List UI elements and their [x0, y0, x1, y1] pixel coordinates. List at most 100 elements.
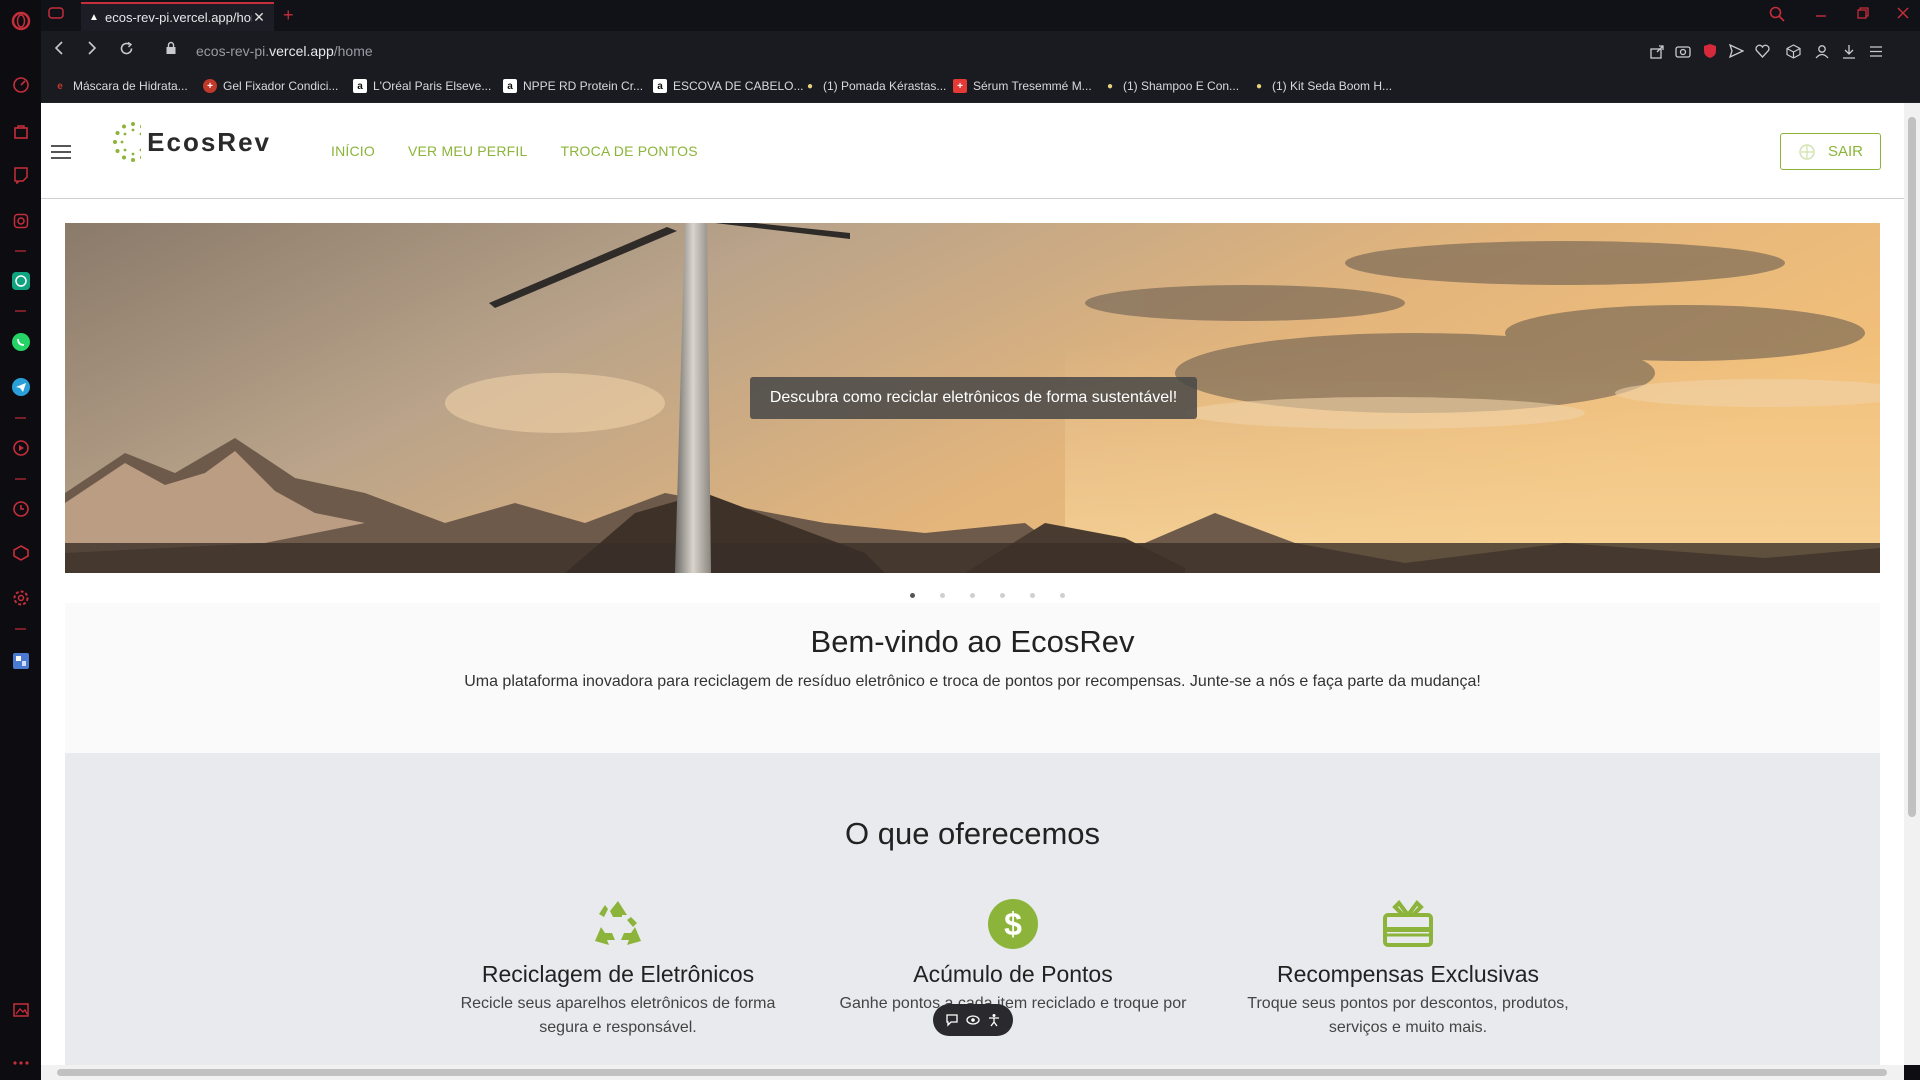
- reload-icon[interactable]: [116, 41, 136, 61]
- floating-toolbar: [933, 1004, 1013, 1036]
- download-icon[interactable]: [1840, 42, 1858, 60]
- bookmark-label: L'Oréal Paris Elseve...: [373, 79, 492, 93]
- scrollbar-thumb[interactable]: [1908, 117, 1916, 817]
- logout-label: SAIR: [1827, 143, 1863, 160]
- bookmark-icon: ●: [1255, 80, 1263, 92]
- speed-dial-icon[interactable]: [10, 74, 31, 95]
- more-icon[interactable]: [10, 1052, 31, 1073]
- offer-card-recycling: Reciclagem de Eletrônicos Recicle seus a…: [418, 895, 818, 1040]
- bookmark-item[interactable]: ● (1) Pomada Kérastas...: [803, 79, 946, 93]
- bookmark-item[interactable]: + Gel Fixador Condici...: [203, 79, 338, 93]
- bookmark-icon: ●: [806, 80, 814, 92]
- tab-menu-icon[interactable]: [48, 6, 64, 22]
- svg-text:$: $: [1004, 906, 1022, 942]
- offer-text: Troque seus pontos por descontos, produt…: [1247, 995, 1569, 1036]
- bookmark-icon: a: [503, 79, 517, 93]
- bookmark-label: Sérum Tresemmé M...: [973, 79, 1092, 93]
- share-icon[interactable]: [1647, 42, 1665, 60]
- nav-inicio[interactable]: INÍCIO: [331, 143, 375, 159]
- carousel-dot[interactable]: [999, 593, 1005, 598]
- easy-setup-icon[interactable]: [1867, 42, 1885, 60]
- bookmark-icon: a: [653, 79, 667, 93]
- url-prefix: ecos-rev-pi.: [196, 43, 270, 59]
- bookmark-item[interactable]: a ESCOVA DE CABELO...: [653, 79, 804, 93]
- nav-troca-de-pontos[interactable]: TROCA DE PONTOS: [560, 143, 697, 159]
- welcome-text: Uma plataforma inovadora para reciclagem…: [464, 673, 1481, 690]
- wallpaper-icon[interactable]: [10, 999, 31, 1020]
- close-window-icon[interactable]: [1896, 6, 1910, 23]
- history-icon[interactable]: [10, 498, 31, 519]
- profile-icon[interactable]: [1813, 42, 1831, 60]
- horizontal-scrollbar[interactable]: [41, 1065, 1904, 1080]
- url-field[interactable]: ecos-rev-pi.vercel.app/home: [196, 43, 373, 59]
- tab-active[interactable]: ▲ ecos-rev-pi.vercel.app/hom ✕: [81, 2, 274, 31]
- carousel-dot[interactable]: [939, 593, 945, 598]
- carousel-dot[interactable]: [969, 593, 975, 598]
- instagram-icon[interactable]: [10, 210, 31, 231]
- logout-icon: [1799, 143, 1815, 160]
- settings-icon[interactable]: [10, 587, 31, 608]
- snapshot-icon[interactable]: [1674, 42, 1692, 60]
- chatgpt-icon[interactable]: [10, 270, 31, 291]
- bookmark-label: (1) Pomada Kérastas...: [823, 79, 947, 93]
- bookmark-item[interactable]: + Sérum Tresemmé M...: [953, 79, 1092, 93]
- welcome-title: Bem-vindo ao EcosRev: [810, 624, 1135, 659]
- app-icon[interactable]: [10, 650, 31, 671]
- opera-logo-icon[interactable]: [10, 10, 31, 31]
- offer-card-rewards: Recompensas Exclusivas Troque seus ponto…: [1208, 895, 1608, 1040]
- site-logo[interactable]: EcosRev: [111, 117, 271, 167]
- site-header: EcosRev INÍCIO VER MEU PERFIL TROCA DE P…: [41, 103, 1904, 199]
- bookmark-label: NPPE RD Protein Cr...: [523, 79, 644, 93]
- bookmark-item[interactable]: e Máscara de Hidrata...: [53, 79, 188, 93]
- chat-icon[interactable]: [945, 1013, 959, 1027]
- whatsapp-icon[interactable]: [10, 331, 31, 352]
- close-tab-icon[interactable]: ✕: [252, 9, 266, 26]
- accessibility-icon[interactable]: [987, 1013, 1001, 1027]
- bookmarks-bar: e Máscara de Hidrata... + Gel Fixador Cond…: [41, 71, 1920, 103]
- bookmark-label: ESCOVA DE CABELO...: [673, 79, 804, 93]
- bookmark-item[interactable]: a L'Oréal Paris Elseve...: [353, 79, 491, 93]
- send-icon[interactable]: [1727, 42, 1745, 60]
- shopping-icon[interactable]: [10, 120, 31, 141]
- carousel-dot[interactable]: [1029, 593, 1035, 598]
- twitch-icon[interactable]: [10, 164, 31, 185]
- player-icon[interactable]: [10, 437, 31, 458]
- hero-carousel[interactable]: Descubra como reciclar eletrônicos de fo…: [65, 223, 1880, 573]
- vertical-scrollbar[interactable]: [1904, 103, 1920, 1065]
- bookmark-label: (1) Shampoo E Con...: [1123, 79, 1240, 93]
- new-tab-button[interactable]: +: [283, 5, 294, 26]
- lock-icon[interactable]: [161, 41, 181, 60]
- bookmark-item[interactable]: a NPPE RD Protein Cr...: [503, 79, 643, 93]
- adblock-shield-icon[interactable]: [1701, 42, 1719, 60]
- bookmark-label: (1) Kit Seda Boom H...: [1272, 79, 1393, 93]
- minimize-icon[interactable]: [1814, 6, 1828, 23]
- back-icon[interactable]: [49, 41, 69, 60]
- cube-icon[interactable]: [1784, 42, 1802, 60]
- scrollbar-thumb[interactable]: [57, 1069, 1887, 1076]
- carousel-dot[interactable]: [1059, 593, 1065, 598]
- logout-button[interactable]: SAIR: [1780, 133, 1881, 170]
- bookmark-item[interactable]: ● (1) Shampoo E Con...: [1103, 79, 1239, 93]
- dollar-icon: $: [813, 895, 1213, 953]
- eye-icon[interactable]: [966, 1013, 980, 1027]
- offer-card-points: $ Acúmulo de Pontos Ganhe pontos a cada …: [813, 895, 1213, 1016]
- nav-ver-meu-perfil[interactable]: VER MEU PERFIL: [408, 143, 528, 159]
- extensions-icon[interactable]: [10, 542, 31, 563]
- address-bar: ecos-rev-pi.vercel.app/home: [41, 31, 1920, 71]
- bookmark-icon: e: [57, 80, 63, 92]
- carousel-indicators: [41, 593, 1904, 598]
- sidebar-separator: [15, 310, 26, 312]
- bookmark-item[interactable]: ● (1) Kit Seda Boom H...: [1252, 79, 1392, 93]
- search-tabs-icon[interactable]: [1769, 6, 1785, 25]
- telegram-icon[interactable]: [10, 376, 31, 397]
- carousel-dot[interactable]: [909, 593, 915, 598]
- bookmark-icon: +: [203, 79, 217, 93]
- hamburger-menu-icon[interactable]: [51, 145, 71, 159]
- restore-icon[interactable]: [1856, 6, 1870, 23]
- heart-icon[interactable]: [1753, 42, 1771, 60]
- forward-icon[interactable]: [82, 41, 102, 60]
- offer-title: Acúmulo de Pontos: [913, 961, 1113, 987]
- offer-text: Recicle seus aparelhos eletrônicos de fo…: [460, 995, 776, 1036]
- tab-title: ecos-rev-pi.vercel.app/hom: [105, 10, 252, 25]
- bookmark-icon: a: [353, 79, 367, 93]
